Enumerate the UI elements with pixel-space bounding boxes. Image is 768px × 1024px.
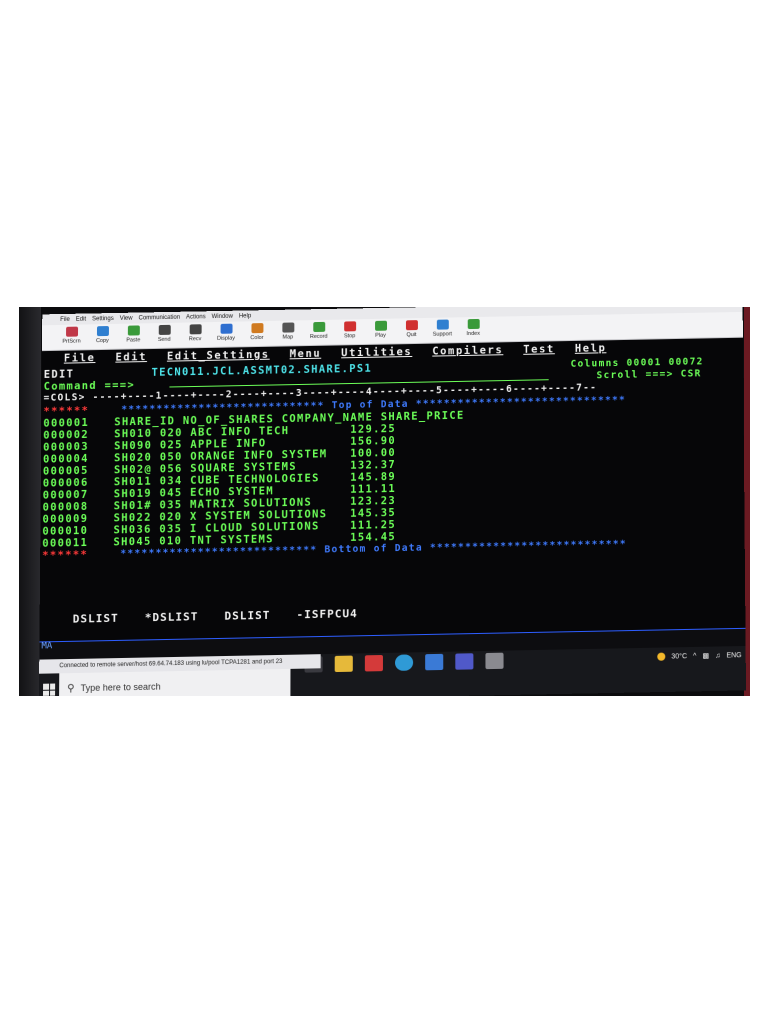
emulator-menu-item[interactable]: Actions: [186, 314, 206, 320]
globe-icon: [436, 319, 449, 330]
copy-icon: [96, 326, 109, 337]
ispf-menu-item[interactable]: File: [64, 352, 96, 365]
play-icon: [374, 320, 387, 331]
dataset-name: TECN011.JCL.ASSMT02.SHARE.PS1: [151, 362, 373, 379]
color-palette-icon: [250, 323, 263, 334]
windows-start-icon[interactable]: [42, 683, 56, 696]
toolbar-button-label: Map: [282, 334, 294, 341]
stop-icon: [343, 321, 356, 332]
toolbar-button[interactable]: Recv: [180, 322, 211, 347]
calendar-icon[interactable]: [364, 654, 383, 672]
ispf-menu-item[interactable]: Help: [575, 342, 607, 355]
ispf-menu-item[interactable]: Edit: [115, 351, 147, 364]
send-icon: [158, 324, 171, 335]
emulator-menu-item[interactable]: Window: [212, 313, 233, 319]
ispf-terminal[interactable]: File Edit Edit_Settings Menu Utilities Compil…: [39, 337, 746, 642]
toolbar-button[interactable]: Play: [365, 319, 396, 344]
quit-icon: [405, 320, 418, 331]
function-key-bar: DSLIST *DSLIST DSLIST -ISFPCU4: [73, 607, 384, 626]
bottom-marker: ******: [42, 548, 89, 562]
emulator-menu-item[interactable]: Settings: [92, 316, 114, 322]
photo-of-laptop-screen: File Edit Settings View Communication Actions…: [19, 307, 750, 696]
toolbar-button[interactable]: Stop: [334, 319, 365, 344]
toolbar-button-label: Copy: [95, 337, 109, 345]
emulator-menu-item[interactable]: File: [60, 316, 70, 322]
record-icon: [312, 321, 325, 333]
search-icon: ⚲: [67, 682, 75, 694]
toolbar-button[interactable]: Map: [272, 320, 303, 345]
paste-icon: [127, 325, 140, 336]
function-key-label[interactable]: -ISFPCU4: [296, 607, 357, 621]
teams-icon[interactable]: [455, 653, 474, 670]
taskbar-search-input[interactable]: ⚲ Type here to search: [59, 668, 291, 696]
line-number[interactable]: 000011: [42, 536, 113, 550]
toolbar-button-label: Paste: [126, 337, 141, 344]
toolbar-button[interactable]: Send: [149, 323, 180, 348]
language-indicator: ENG: [726, 651, 742, 659]
toolbar-button[interactable]: Color: [241, 321, 272, 346]
keyboard-map-icon: [281, 322, 294, 333]
chevron-up-icon[interactable]: ^: [693, 652, 696, 659]
ispf-menu-item[interactable]: Menu: [290, 348, 322, 361]
toolbar-button[interactable]: PrtScrn: [56, 324, 87, 349]
receive-icon: [189, 324, 202, 335]
toolbar-button[interactable]: Display: [211, 321, 242, 346]
mail-icon[interactable]: [425, 653, 444, 671]
toolbar-button-label: Quit: [406, 332, 417, 339]
laptop-bezel: [19, 307, 41, 696]
system-tray: 30°C ^ ▩ ♫ ENG: [657, 648, 746, 664]
toolbar-button[interactable]: Record: [303, 320, 334, 345]
ispf-menu-item[interactable]: Utilities: [341, 346, 412, 359]
emulator-menu-item[interactable]: Help: [239, 313, 251, 319]
toolbar-button-label: Stop: [343, 333, 356, 340]
toolbar-button[interactable]: Copy: [87, 324, 118, 349]
file-explorer-icon[interactable]: [334, 655, 353, 673]
ispf-menu-item[interactable]: Compilers: [432, 344, 503, 357]
emulator-taskbar-icon[interactable]: [485, 652, 504, 670]
toolbar-button-label: Play: [375, 332, 386, 339]
toolbar-button-label: Send: [157, 336, 171, 343]
scroll-indicator: Scroll ===> CSR: [596, 368, 702, 382]
ispf-menu-item[interactable]: Edit_Settings: [167, 349, 270, 363]
edge-browser-icon[interactable]: [395, 654, 414, 671]
toolbar-button-label: Color: [250, 334, 264, 342]
toolbar-button-label: PrtScrn: [62, 338, 81, 345]
emulator-menu-item[interactable]: Communication: [139, 314, 181, 321]
toolbar-button[interactable]: Index: [458, 317, 489, 342]
function-key-label[interactable]: DSLIST: [73, 612, 119, 626]
weather-icon: [657, 652, 666, 661]
display-icon: [220, 323, 233, 334]
toolbar-button[interactable]: Paste: [118, 323, 149, 348]
toolbar-button-label: Display: [216, 335, 236, 342]
help-icon: [467, 318, 480, 330]
emulator-window: File Edit Settings View Communication Actions…: [38, 307, 746, 696]
toolbar-button-label: Support: [432, 331, 452, 338]
function-key-label[interactable]: DSLIST: [224, 609, 270, 623]
emulator-menu-item[interactable]: View: [120, 315, 133, 321]
oia-indicator: MA: [41, 641, 53, 652]
weather-temp: 30°C: [671, 652, 688, 661]
volume-icon[interactable]: ♫: [715, 652, 720, 659]
print-screen-icon: [65, 326, 78, 337]
ispf-menu-item[interactable]: Test: [523, 343, 555, 356]
function-key-label[interactable]: *DSLIST: [145, 610, 199, 624]
toolbar-button[interactable]: Support: [427, 317, 458, 342]
toolbar-button-label: Recv: [188, 336, 202, 343]
mode-label: EDIT: [43, 368, 75, 381]
network-icon[interactable]: ▩: [702, 652, 709, 660]
toolbar-button-label: Index: [466, 330, 480, 338]
top-marker: ******: [43, 404, 90, 418]
search-placeholder: Type here to search: [80, 681, 161, 694]
toolbar-button[interactable]: Quit: [396, 318, 427, 343]
emulator-menu-item[interactable]: Edit: [76, 316, 86, 322]
toolbar-button-label: Record: [309, 333, 328, 341]
